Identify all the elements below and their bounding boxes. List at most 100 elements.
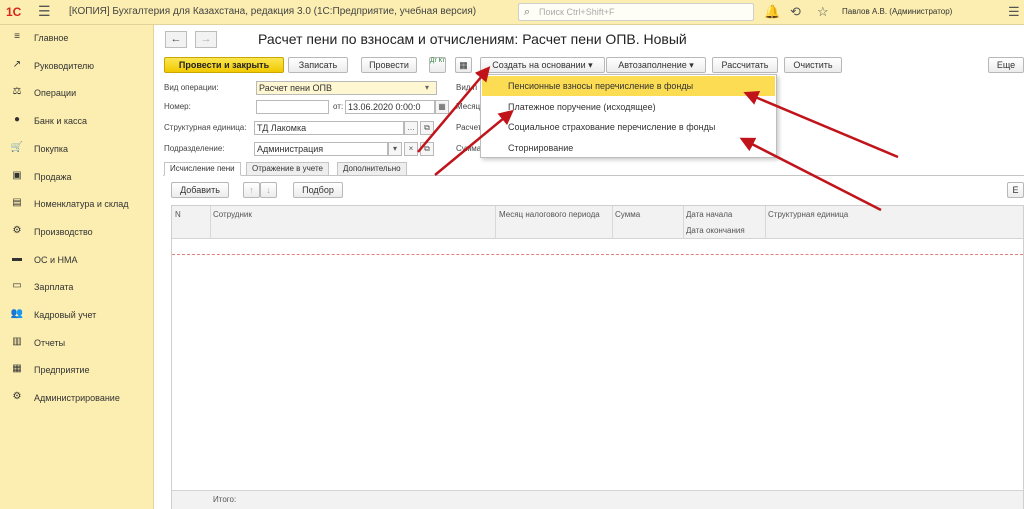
col-struct-unit[interactable]: Структурная единица [768, 210, 848, 219]
clear-icon[interactable]: × [404, 142, 418, 156]
date-label: от: [333, 102, 344, 111]
app-logo: 1С [6, 5, 22, 19]
sidebar-item-label: Продажа [34, 171, 72, 182]
move-up-icon[interactable]: ↑ [243, 182, 260, 198]
sidebar-item-label: Руководителю [34, 60, 95, 71]
grid-more-button[interactable]: Е [1007, 182, 1024, 198]
chevron-down-icon[interactable]: ▾ [388, 142, 402, 156]
user-name[interactable]: Павлов А.В. (Администратор) [842, 7, 952, 16]
add-row-button[interactable]: Добавить [171, 182, 229, 198]
dtkt-icon[interactable]: Дт Кт [429, 57, 446, 73]
forward-button[interactable]: → [195, 31, 217, 48]
sidebar-item[interactable]: ⚙ Администрирование [0, 387, 154, 409]
home-icon: ≡ [14, 31, 20, 42]
create-based-on-menu: Пенсионные взносы перечисление в фонды Пл… [480, 74, 777, 158]
sidebar-item-label: Предприятие [34, 365, 90, 376]
right-label-2: Месяц [456, 102, 481, 111]
bell-icon[interactable]: 🔔 [764, 4, 780, 20]
app-title: [КОПИЯ] Бухгалтерия для Казахстана, реда… [69, 6, 477, 17]
calculate-button[interactable]: Рассчитать [712, 57, 778, 73]
tab-accounting[interactable]: Отражение в учете [246, 162, 329, 176]
select-dots-icon[interactable]: … [404, 121, 418, 135]
sidebar-item-label: Кадровый учет [34, 310, 97, 320]
tab-penalty-calc[interactable]: Исчисление пени [164, 162, 241, 176]
right-label-1: Вид п [456, 83, 478, 92]
sale-icon: ▣ [12, 169, 22, 181]
move-down-icon[interactable]: ↓ [260, 182, 277, 198]
col-sum[interactable]: Сумма [615, 210, 640, 219]
back-button[interactable]: ← [165, 31, 187, 48]
main-menu-icon[interactable]: ☰ [38, 3, 51, 20]
sidebar-item[interactable]: ⚙ Производство [0, 221, 154, 243]
sidebar: ≡ Главное ↗ Руководителю ⚖ Операции ● Банк и ка… [0, 25, 154, 509]
sidebar-item[interactable]: ▭ Зарплата [0, 276, 154, 298]
open-icon[interactable]: ⧉ [420, 121, 434, 135]
search-input[interactable]: ⌕ Поиск Ctrl+Shift+F [518, 3, 754, 21]
table-footer: Итого: [172, 490, 1023, 509]
right-label-4: Сумма [456, 144, 482, 153]
window-menu-icon[interactable]: ☰ [1008, 4, 1020, 20]
sidebar-item[interactable]: ▥ Отчеты [0, 332, 154, 354]
menu-item[interactable]: Социальное страхование перечисление в фо… [482, 117, 775, 137]
save-button[interactable]: Записать [288, 57, 348, 73]
sidebar-item-label: Производство [34, 226, 93, 237]
sidebar-item-label: Администрирование [34, 393, 120, 404]
create-based-on-label: Создать на основании [492, 60, 586, 70]
sidebar-item[interactable]: ↗ Руководителю [0, 55, 154, 77]
struct-unit-field[interactable]: ТД Лакомка [254, 121, 404, 135]
sidebar-item[interactable]: 👥 Кадровый учет [0, 304, 154, 326]
sidebar-item-label: ОС и НМА [34, 254, 78, 265]
menu-item[interactable]: Пенсионные взносы перечисление в фонды [482, 76, 775, 96]
history-icon[interactable]: ⟲ [790, 4, 801, 20]
sidebar-item[interactable]: ● Банк и касса [0, 110, 154, 132]
sidebar-item[interactable]: ≡ Главное [0, 27, 154, 49]
col-n[interactable]: N [175, 210, 181, 219]
col-date-start[interactable]: Дата начала [686, 210, 732, 219]
sidebar-item-label: Операции [34, 88, 77, 99]
footer-total: Итого: [213, 495, 237, 504]
post-button[interactable]: Провести [361, 57, 417, 73]
op-type-label: Вид операции: [164, 83, 219, 92]
col-employee[interactable]: Сотрудник [213, 210, 252, 219]
sidebar-item-label: Банк и касса [34, 116, 87, 127]
structure-icon[interactable]: ▦ [455, 57, 472, 73]
more-button[interactable]: Еще [988, 57, 1024, 73]
reports-icon: ▥ [12, 335, 22, 347]
create-based-on-button[interactable]: Создать на основании ▾ [480, 57, 605, 73]
number-label: Номер: [164, 102, 191, 111]
date-field[interactable]: 13.06.2020 0:00:0 [345, 100, 435, 114]
gear-icon: ⚙ [12, 391, 22, 403]
select-button[interactable]: Подбор [293, 182, 343, 198]
cart-icon: 🛒 [10, 141, 24, 153]
tab-additional[interactable]: Дополнительно [337, 162, 407, 176]
col-date-end[interactable]: Дата окончания [686, 226, 745, 235]
sidebar-item[interactable]: ⚖ Операции [0, 82, 154, 104]
chart-line-icon: ↗ [12, 58, 22, 70]
sidebar-item[interactable]: ▬ ОС и НМА [0, 249, 154, 271]
calendar-icon[interactable]: ▦ [435, 100, 449, 114]
op-type-select[interactable]: Расчет пени ОПВ [256, 81, 437, 95]
scales-icon: ⚖ [12, 86, 22, 98]
data-table[interactable]: N Сотрудник Месяц налогового периода Сум… [171, 205, 1024, 509]
dept-label: Подразделение: [164, 144, 225, 153]
chevron-down-icon[interactable]: ▾ [425, 83, 429, 92]
open-icon[interactable]: ⧉ [420, 142, 434, 156]
col-tax-month[interactable]: Месяц налогового периода [499, 210, 600, 219]
warehouse-icon: ▤ [12, 197, 22, 209]
sidebar-item[interactable]: 🛒 Покупка [0, 138, 154, 160]
autofill-button[interactable]: Автозаполнение ▾ [606, 57, 706, 73]
autofill-label: Автозаполнение [618, 60, 687, 70]
sidebar-item-label: Главное [34, 33, 69, 43]
sidebar-item[interactable]: ▦ Предприятие [0, 359, 154, 381]
menu-item[interactable]: Сторнирование [482, 138, 775, 158]
sidebar-item-label: Покупка [34, 143, 69, 154]
star-icon[interactable]: ☆ [817, 4, 829, 20]
sidebar-item[interactable]: ▤ Номенклатура и склад [0, 193, 154, 215]
table-header: N Сотрудник Месяц налогового периода Сум… [172, 206, 1023, 239]
dept-field[interactable]: Администрация [254, 142, 388, 156]
sidebar-item[interactable]: ▣ Продажа [0, 166, 154, 188]
number-field[interactable] [256, 100, 329, 114]
menu-item[interactable]: Платежное поручение (исходящее) [482, 97, 775, 117]
post-and-close-button[interactable]: Провести и закрыть [164, 57, 284, 73]
clear-button[interactable]: Очистить [784, 57, 842, 73]
